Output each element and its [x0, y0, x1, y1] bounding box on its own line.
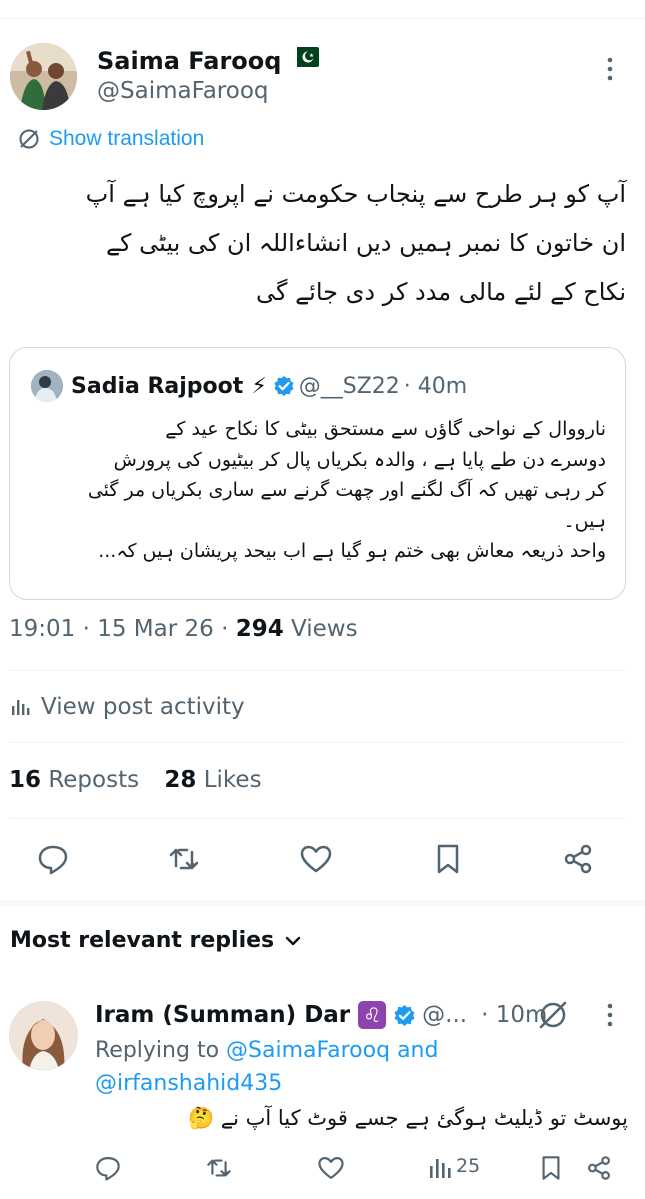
reposts-link[interactable]: 16 Reposts [9, 767, 139, 793]
verified-badge-icon [394, 1004, 415, 1026]
share-icon[interactable] [561, 842, 595, 876]
quote-text-line: دوسرے دن طے پایا ہے ، والدہ بکریاں پال ک… [113, 448, 606, 471]
repost-icon[interactable] [205, 1154, 233, 1182]
reply-header[interactable]: Iram (Summan) Dar ♌ @... · 10m [95, 998, 547, 1032]
replying-to: Replying to @SaimaFarooq and @irfanshahi… [95, 1034, 615, 1100]
quote-author-handle[interactable]: @__SZ22 [299, 374, 400, 399]
author-name-row[interactable]: Saima Farooq [97, 45, 320, 75]
reply-author-handle[interactable]: @... [422, 1002, 467, 1028]
author-handle[interactable]: @SaimaFarooq [97, 78, 269, 104]
pakistan-flag-icon [289, 45, 320, 67]
quote-text-line: واحد ذریعہ معاش بھی ختم ہو گیا ہے اب بیح… [98, 540, 606, 562]
section-divider [0, 900, 645, 906]
engagement-counts: 16 Reposts 28 Likes [9, 767, 262, 793]
share-icon[interactable] [585, 1154, 613, 1182]
replies-sort-dropdown[interactable]: Most relevant replies [10, 928, 302, 953]
bookmark-icon[interactable] [431, 842, 465, 876]
quote-text: نارووال کے نواحی گاؤں سے مستحق بیٹی کا ن… [30, 414, 606, 567]
post-text-line: نکاح کے لئے مالی مدد کر دی جائے گی [256, 278, 626, 306]
verified-badge-icon [274, 376, 294, 396]
likes-link[interactable]: 28 Likes [164, 767, 261, 793]
author-avatar[interactable] [10, 43, 77, 110]
post-text-line: ان خاتون کا نمبر ہمیں دیں انشاءاللہ ان ک… [105, 229, 626, 257]
reply-text: پوسٹ تو ڈیلیٹ ہوگئ ہے جسے قوٹ کیا آپ نے … [187, 1106, 628, 1130]
top-divider [0, 18, 645, 19]
divider [9, 670, 625, 671]
grok-icon[interactable] [537, 999, 569, 1031]
author-name[interactable]: Saima Farooq [97, 47, 281, 75]
quote-text-line: کر رہی تھیں کہ آگ لگنے اور چھت گرنے سے س… [87, 479, 606, 501]
show-translation-button[interactable]: Show translation [17, 124, 204, 154]
reply-icon[interactable] [36, 842, 70, 876]
view-post-activity-label[interactable]: View post activity [41, 694, 245, 720]
post-meta: 19:01 · 15 Mar 26 · 294 Views [9, 616, 358, 642]
post-timestamp[interactable]: 19:01 · 15 Mar 26 · [9, 616, 236, 642]
likes-label: Likes [196, 767, 262, 793]
likes-count: 28 [164, 767, 197, 793]
like-icon[interactable] [299, 842, 333, 876]
replying-user-link[interactable]: @irfanshahid435 [95, 1071, 282, 1096]
divider [9, 742, 625, 743]
views-count: 294 [235, 616, 284, 642]
replying-and: and [390, 1038, 439, 1063]
view-post-activity-button[interactable]: View post activity [9, 690, 245, 724]
reply-action-bar: 25 [0, 1150, 645, 1186]
show-translation-label[interactable]: Show translation [49, 127, 204, 151]
post-text: آپ کو ہر طرح سے پنجاب حکومت نے اپروچ کیا… [20, 170, 626, 317]
reply-icon[interactable] [94, 1154, 122, 1182]
replies-heading[interactable]: Most relevant replies [10, 928, 274, 953]
reply-more-icon[interactable] [600, 1000, 620, 1030]
views-label: Views [283, 616, 358, 642]
analytics-icon [12, 700, 30, 715]
replying-user-link[interactable]: @SaimaFarooq [226, 1038, 390, 1063]
reply-author-name[interactable]: Iram (Summan) Dar [95, 1002, 350, 1028]
translate-icon [19, 129, 39, 149]
post-action-bar [0, 834, 645, 884]
more-icon[interactable] [600, 54, 620, 84]
leo-sign-icon: ♌ [358, 1001, 387, 1029]
reply-author-avatar[interactable] [9, 1001, 78, 1070]
reposts-count: 16 [9, 767, 42, 793]
like-icon[interactable] [317, 1154, 345, 1182]
lightning-emoji: ⚡ [251, 373, 267, 399]
quote-time: · 40m [403, 373, 468, 399]
bookmark-icon[interactable] [537, 1154, 565, 1182]
reposts-label: Reposts [41, 767, 140, 793]
quote-author-avatar[interactable] [31, 370, 63, 402]
reply-views-count: 25 [456, 1155, 481, 1177]
chevron-down-icon [285, 936, 301, 945]
quote-text-line: ہیں۔ [563, 509, 606, 532]
divider [9, 818, 625, 819]
quote-text-line: نارووال کے نواحی گاؤں سے مستحق بیٹی کا ن… [165, 418, 606, 440]
analytics-icon[interactable] [427, 1154, 455, 1182]
quote-header[interactable]: Sadia Rajpoot ⚡ @__SZ22 · 40m [71, 370, 467, 402]
replying-prefix: Replying to [95, 1038, 227, 1063]
post-text-line: آپ کو ہر طرح سے پنجاب حکومت نے اپروچ کیا… [85, 180, 626, 208]
repost-icon[interactable] [167, 842, 201, 876]
quote-author-name[interactable]: Sadia Rajpoot [71, 374, 243, 399]
